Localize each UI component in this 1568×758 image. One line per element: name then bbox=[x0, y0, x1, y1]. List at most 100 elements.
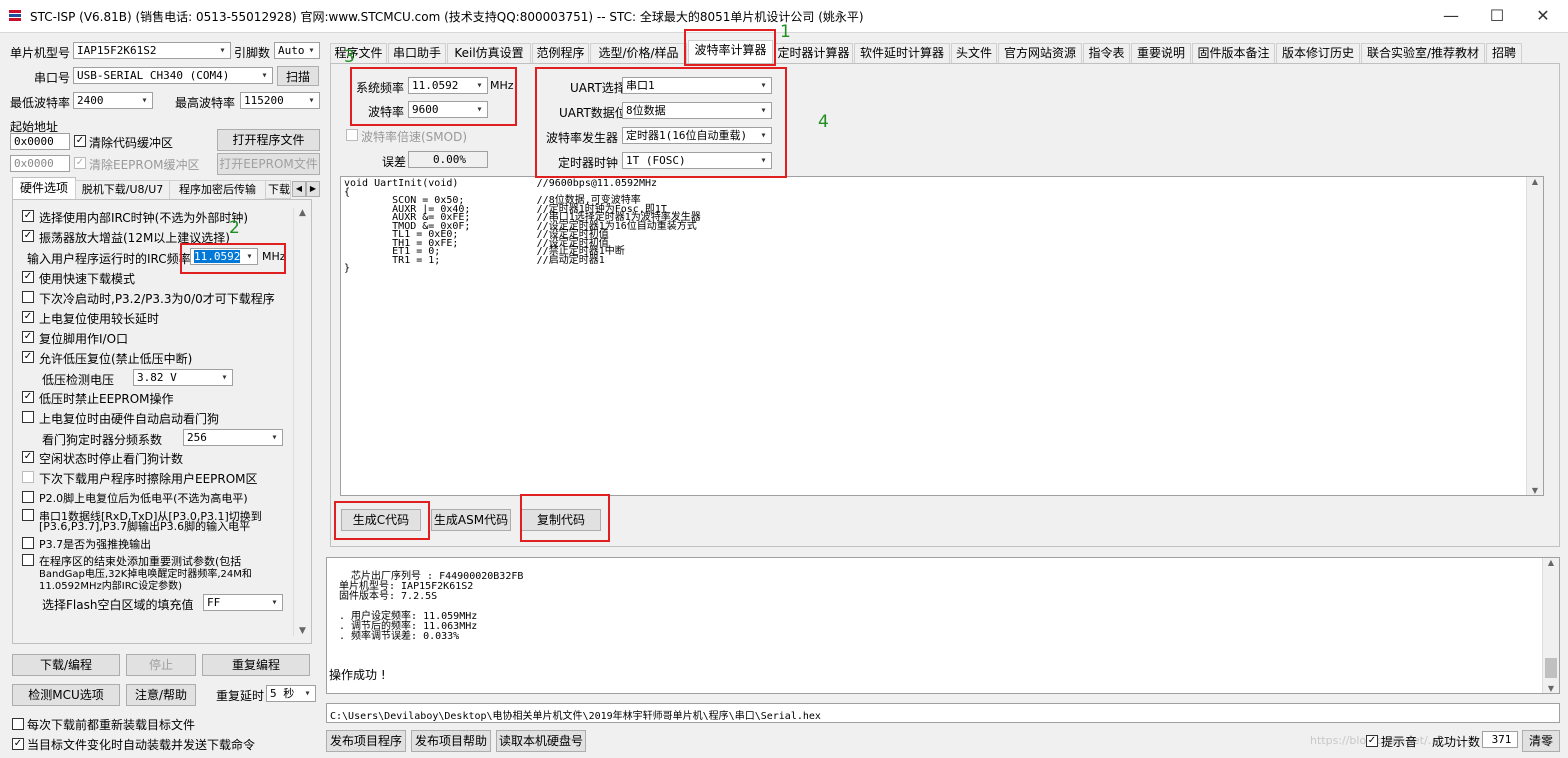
tab-timer-calculator[interactable]: 定时器计算器 bbox=[774, 43, 853, 63]
sub-tab-hardware[interactable]: 硬件选项 bbox=[12, 177, 76, 200]
irc-freq-select[interactable]: 11.0592 ▾ bbox=[190, 248, 258, 265]
tab-scroll-right-button[interactable]: ▶ bbox=[306, 181, 320, 197]
code-scrollbar[interactable]: ▲ ▼ bbox=[1526, 177, 1543, 495]
scroll-thumb[interactable] bbox=[1545, 658, 1557, 678]
checkbox[interactable]: ✓ bbox=[22, 210, 34, 222]
checkbox[interactable]: ✓ bbox=[22, 311, 34, 323]
checkbox[interactable] bbox=[22, 509, 34, 521]
gen-c-button[interactable]: 生成C代码 bbox=[341, 509, 421, 531]
clear-code-checkbox[interactable]: ✓ bbox=[74, 135, 86, 147]
sysfreq-select[interactable]: 11.0592 ▾ bbox=[408, 77, 488, 94]
close-button[interactable]: ✕ bbox=[1520, 0, 1566, 32]
max-baud-value: 115200 bbox=[244, 94, 284, 107]
tab-keil[interactable]: Keil仿真设置 bbox=[447, 43, 531, 63]
repeat-delay-select[interactable]: 5 秒 ▾ bbox=[266, 685, 316, 702]
tab-recruit[interactable]: 招聘 bbox=[1486, 43, 1522, 63]
clear-eeprom-checkbox[interactable]: ✓ bbox=[74, 157, 86, 169]
options-scrollbar[interactable]: ▲ ▼ bbox=[293, 208, 311, 636]
tab-serial-assistant[interactable]: 串口助手 bbox=[388, 43, 446, 63]
tab-joint-lab[interactable]: 联合实验室/推荐教材 bbox=[1361, 43, 1485, 63]
open-program-button[interactable]: 打开程序文件 bbox=[217, 129, 320, 151]
tab-selection[interactable]: 选型/价格/样品 bbox=[590, 43, 687, 63]
tab-baud-calculator[interactable]: 波特率计算器 bbox=[688, 40, 773, 64]
option-label: P3.7是否为强推挽输出 bbox=[39, 538, 152, 551]
checkbox[interactable] bbox=[22, 537, 34, 549]
clear-count-button[interactable]: 清零 bbox=[1522, 730, 1560, 752]
tab-instructions[interactable]: 指令表 bbox=[1083, 43, 1130, 63]
publish-program-button[interactable]: 发布项目程序 bbox=[326, 730, 406, 752]
stop-button[interactable]: 停止 bbox=[126, 654, 196, 676]
checkbox[interactable]: ✓ bbox=[22, 451, 34, 463]
sub-tab-encrypt[interactable]: 程序加密后传输 bbox=[169, 180, 266, 201]
checkbox[interactable] bbox=[22, 471, 34, 483]
uart-select[interactable]: 串口1 ▾ bbox=[622, 77, 772, 94]
info-log[interactable]: 芯片出厂序列号 : F44900020B32FB 单片机型号: IAP15F2K… bbox=[326, 557, 1560, 694]
check-mcu-button[interactable]: 检测MCU选项 bbox=[12, 684, 120, 706]
help-button[interactable]: 注意/帮助 bbox=[126, 684, 196, 706]
flash-fill-label: 选择Flash空白区域的填充值 bbox=[42, 598, 194, 612]
scan-button[interactable]: 扫描 bbox=[277, 66, 319, 86]
addr1-input[interactable]: 0x0000 bbox=[10, 133, 70, 150]
flash-fill-select[interactable]: FF ▾ bbox=[203, 594, 283, 611]
sub-tab-download[interactable]: 下载 bbox=[265, 180, 291, 199]
tab-important-notes[interactable]: 重要说明 bbox=[1131, 43, 1191, 63]
minimize-button[interactable]: — bbox=[1428, 0, 1474, 32]
checkbox[interactable]: ✓ bbox=[22, 391, 34, 403]
scroll-up-icon: ▲ bbox=[299, 208, 306, 218]
max-baud-select[interactable]: 115200 ▾ bbox=[240, 92, 320, 109]
gen-asm-button[interactable]: 生成ASM代码 bbox=[431, 509, 511, 531]
addr2-input[interactable]: 0x0000 bbox=[10, 155, 70, 172]
tab-header-file[interactable]: 头文件 bbox=[951, 43, 997, 63]
checkbox[interactable]: ✓ bbox=[22, 351, 34, 363]
open-eeprom-button[interactable]: 打开EEPROM文件 bbox=[217, 153, 320, 175]
port-select[interactable]: USB-SERIAL CH340 (COM4) ▾ bbox=[73, 67, 273, 84]
checkbox[interactable]: ✓ bbox=[22, 331, 34, 343]
copy-code-button[interactable]: 复制代码 bbox=[521, 509, 601, 531]
tab-program-file[interactable]: 程序文件 bbox=[330, 43, 387, 63]
sub-tab-label: 下载 bbox=[268, 183, 290, 196]
reload-checkbox[interactable] bbox=[12, 718, 24, 730]
annotation-number-1: 1 bbox=[780, 22, 791, 42]
hint-sound-checkbox[interactable]: ✓ bbox=[1366, 735, 1378, 747]
reprogram-button[interactable]: 重复编程 bbox=[202, 654, 310, 676]
download-button[interactable]: 下载/编程 bbox=[12, 654, 120, 676]
clear-code-label: 清除代码缓冲区 bbox=[89, 136, 174, 150]
tab-scroll-left-button[interactable]: ◀ bbox=[292, 181, 306, 197]
tab-firmware-notes[interactable]: 固件版本备注 bbox=[1192, 43, 1275, 63]
databits-select[interactable]: 8位数据 ▾ bbox=[622, 102, 772, 119]
min-baud-select[interactable]: 2400 ▾ bbox=[73, 92, 153, 109]
tab-label: 联合实验室/推荐教材 bbox=[1366, 46, 1480, 60]
chevron-down-icon: ▾ bbox=[246, 251, 253, 262]
checkbox[interactable]: ✓ bbox=[22, 230, 34, 242]
read-disk-button[interactable]: 读取本机硬盘号 bbox=[496, 730, 586, 752]
tab-examples[interactable]: 范例程序 bbox=[532, 43, 589, 63]
sub-tab-offline[interactable]: 脱机下载/U8/U7 bbox=[75, 180, 170, 201]
chevron-down-icon: ▾ bbox=[271, 597, 278, 608]
checkbox[interactable]: ✓ bbox=[22, 271, 34, 283]
auto-send-checkbox[interactable]: ✓ bbox=[12, 738, 24, 750]
baud-select[interactable]: 9600 ▾ bbox=[408, 101, 488, 118]
tab-website[interactable]: 官方网站资源 bbox=[998, 43, 1082, 63]
wdt-select[interactable]: 256 ▾ bbox=[183, 429, 283, 446]
checkbox[interactable] bbox=[22, 554, 34, 566]
checkbox[interactable] bbox=[22, 291, 34, 303]
option-label: 空闲状态时停止看门狗计数 bbox=[39, 452, 184, 466]
publish-help-button[interactable]: 发布项目帮助 bbox=[411, 730, 491, 752]
smod-checkbox[interactable] bbox=[346, 129, 358, 141]
checkbox[interactable] bbox=[22, 411, 34, 423]
code-textarea[interactable]: void UartInit(void) //9600bps@11.0592MHz… bbox=[340, 176, 1544, 496]
checkbox[interactable] bbox=[22, 491, 34, 503]
file-path-field[interactable]: C:\Users\Devilaboy\Desktop\电协相关单片机文件\201… bbox=[326, 703, 1560, 723]
mcu-type-select[interactable]: IAP15F2K61S2 ▾ bbox=[73, 42, 231, 59]
pin-value: Auto bbox=[278, 44, 305, 57]
timer-clock-select[interactable]: 1T (FOSC) ▾ bbox=[622, 152, 772, 169]
chevron-down-icon: ▾ bbox=[308, 95, 315, 106]
annotation-number-2: 2 bbox=[229, 218, 240, 238]
pin-select[interactable]: Auto ▾ bbox=[274, 42, 320, 59]
log-scrollbar[interactable]: ▲ ▼ bbox=[1542, 558, 1559, 693]
maximize-button[interactable]: ☐ bbox=[1474, 0, 1520, 32]
tab-version-history[interactable]: 版本修订历史 bbox=[1276, 43, 1360, 63]
baud-gen-select[interactable]: 定时器1(16位自动重载) ▾ bbox=[622, 127, 772, 144]
tab-delay-calculator[interactable]: 软件延时计算器 bbox=[854, 43, 950, 63]
low-volt-select[interactable]: 3.82 V ▾ bbox=[133, 369, 233, 386]
